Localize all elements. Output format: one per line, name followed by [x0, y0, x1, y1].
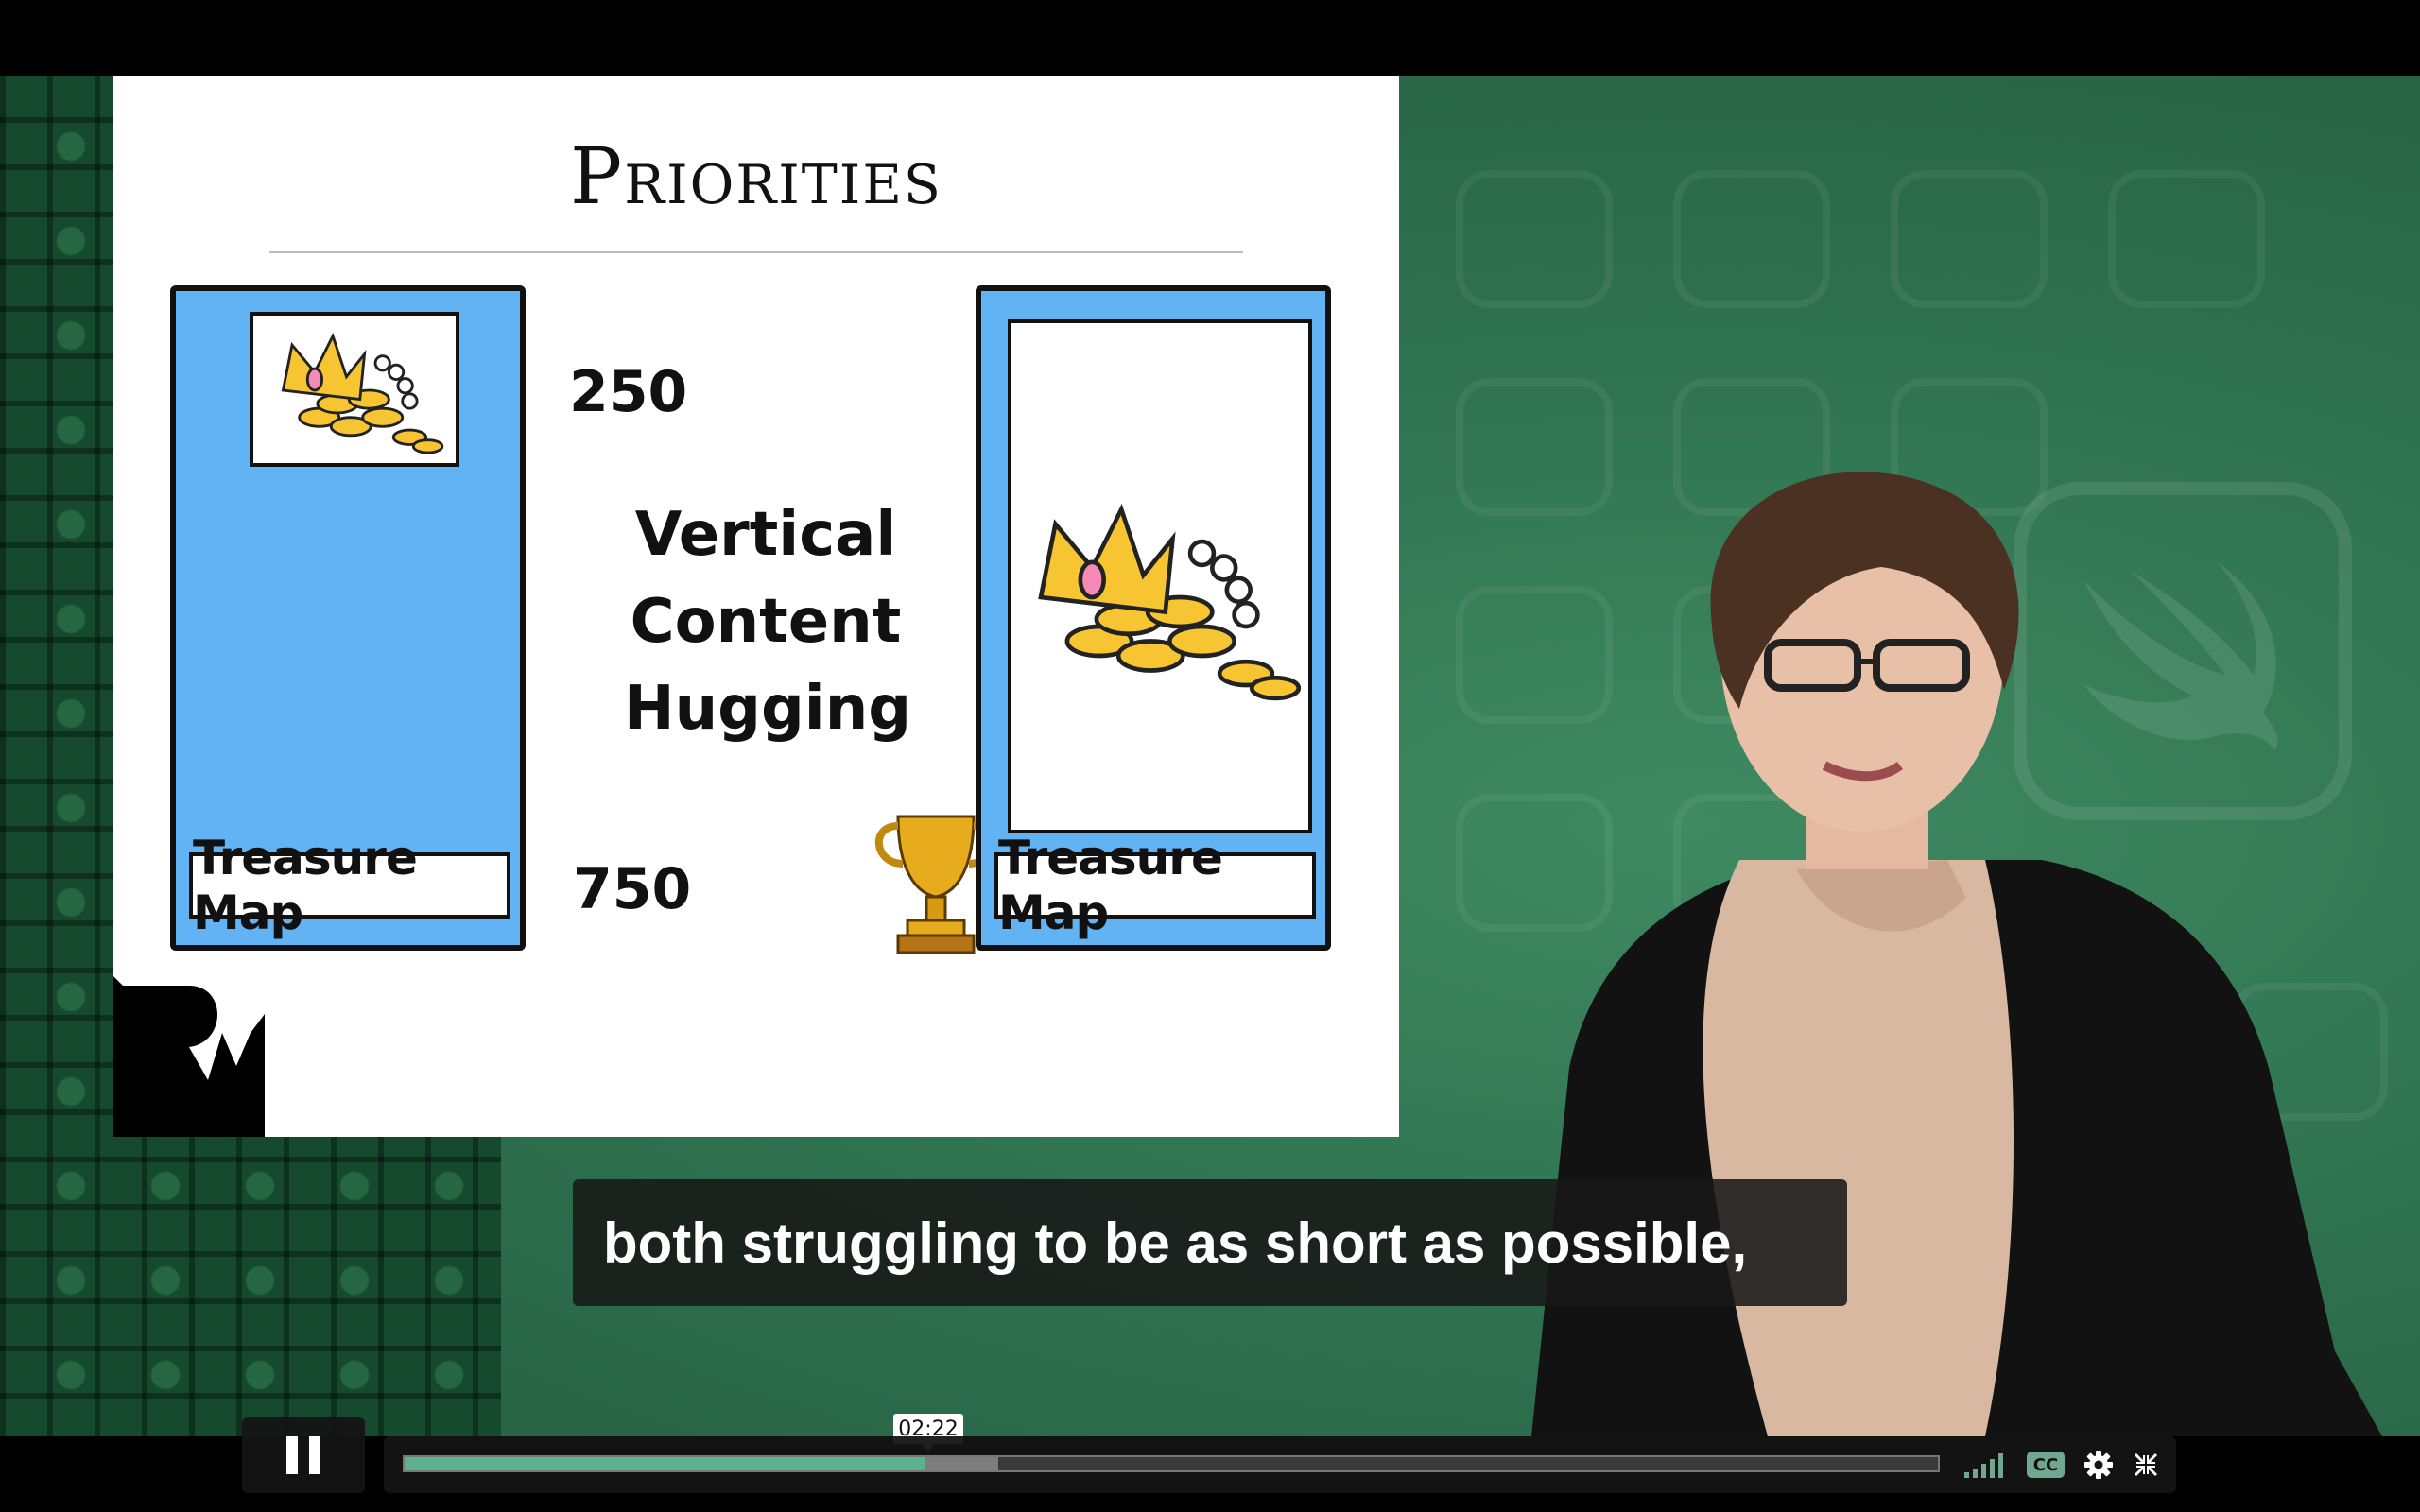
slide-title: Priorities	[570, 132, 942, 222]
title-divider	[269, 251, 1243, 253]
vertical-content-hugging-text: Vertical Content Hugging	[624, 491, 912, 752]
subtitle-caption: both struggling to be as short as possib…	[573, 1179, 1847, 1306]
treasure-map-label: Treasure Map	[994, 831, 1316, 940]
progress-bar[interactable]	[403, 1455, 1940, 1472]
treasure-icon	[281, 332, 444, 454]
player-control-bar: CC	[384, 1436, 2176, 1493]
closed-captions-icon: CC	[2027, 1452, 2065, 1478]
volume-button[interactable]	[1962, 1452, 2008, 1478]
treasure-map-label: Treasure Map	[189, 831, 510, 940]
progress-played	[405, 1457, 925, 1470]
center-line: Vertical	[634, 500, 897, 570]
treasure-icon	[1038, 503, 1302, 701]
center-line: Content	[630, 587, 902, 657]
exit-fullscreen-icon	[2135, 1453, 2157, 1476]
settings-gear-icon	[2084, 1451, 2113, 1479]
right-device-mockup: Treasure Map	[976, 285, 1331, 951]
pause-button[interactable]	[242, 1418, 365, 1493]
rw-logo	[113, 976, 265, 1137]
small-image-view	[250, 312, 459, 467]
pause-icon	[286, 1436, 320, 1474]
settings-button[interactable]	[2083, 1450, 2114, 1480]
player-icon-group: CC	[1962, 1446, 2159, 1484]
center-line: Hugging	[624, 674, 912, 744]
caption-text: both struggling to be as short as possib…	[603, 1211, 1748, 1275]
hugging-priority-250: 250	[569, 359, 688, 425]
presentation-slide: Priorities Treasure Map 250 Vertical Con…	[113, 76, 1399, 1137]
closed-captions-button[interactable]: CC	[2027, 1452, 2065, 1478]
volume-bars-icon	[1964, 1453, 2003, 1478]
left-device-mockup: Treasure Map	[170, 285, 526, 951]
large-image-view	[1008, 319, 1312, 833]
hugging-priority-750: 750	[573, 856, 692, 922]
exit-fullscreen-button[interactable]	[2133, 1452, 2159, 1478]
